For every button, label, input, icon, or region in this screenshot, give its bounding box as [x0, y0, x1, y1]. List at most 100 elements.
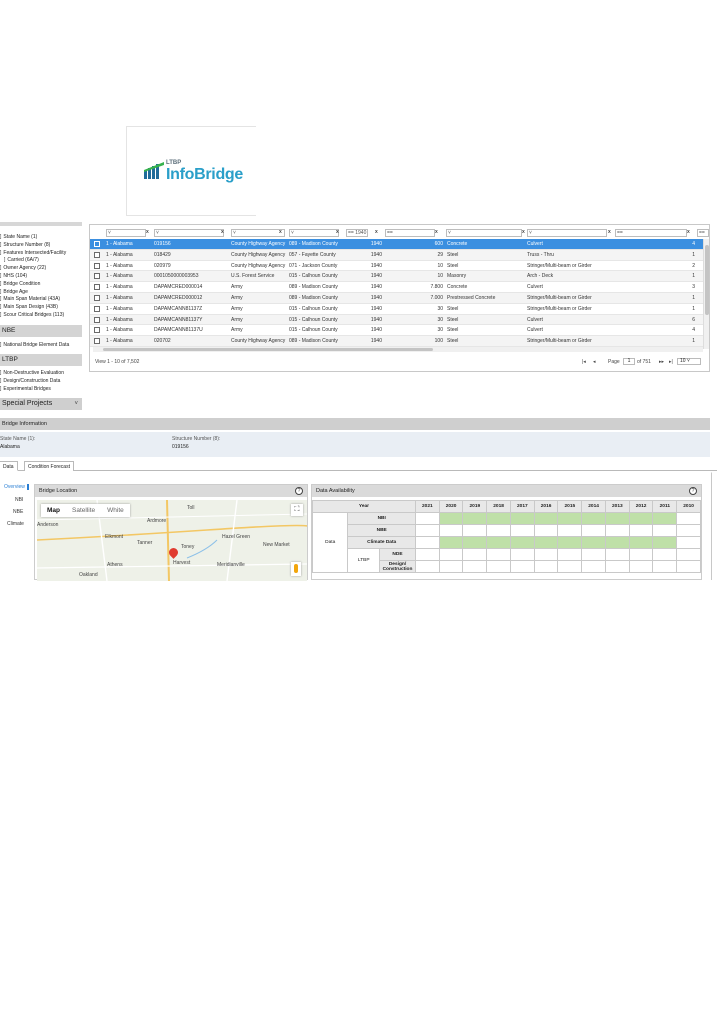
table-row[interactable]: 1 - Alabama DAPAMCRED000012 Army 089 - Madi… — [90, 293, 703, 304]
table-row[interactable]: 1 - Alabama 018429 County Highway Agency 05… — [90, 249, 703, 261]
clear-filter-icon[interactable]: x — [608, 229, 611, 235]
availability-cell — [652, 548, 678, 561]
table-row[interactable]: 1 - Alabama 019156 County Highway Agency 08… — [90, 239, 703, 250]
help-icon[interactable]: ? — [295, 487, 303, 495]
map-tab-white[interactable]: White — [101, 504, 130, 517]
availability-cell — [581, 524, 606, 537]
availability-cell — [628, 548, 654, 561]
row-detail-icon[interactable] — [94, 327, 100, 334]
side-nav-climate[interactable]: Climate — [7, 521, 24, 527]
horizontal-scrollbar[interactable] — [93, 347, 703, 352]
clear-filter-icon[interactable]: x — [146, 229, 149, 235]
table-row[interactable]: 1 - Alabama 0001050000003953 U.S. Forest S… — [90, 271, 703, 283]
row-detail-icon[interactable] — [94, 284, 100, 291]
cell-length: 30 — [437, 327, 443, 334]
bridge-map[interactable]: Map Satellite White ⛶ Toll Ardmore Ander… — [37, 500, 307, 581]
table-row[interactable]: 1 - Alabama DAPAMCRED000014 Army 089 - Madi… — [90, 282, 703, 293]
row-detail-icon[interactable] — [94, 316, 100, 323]
clear-filter-icon[interactable]: x — [522, 229, 525, 235]
filter-main-span-design[interactable]: Main Span Design (43B) — [0, 304, 57, 310]
help-icon[interactable]: ? — [689, 487, 697, 495]
table-row[interactable]: 1 - Alabama DAPAMCANN81137U Army 015 - Calh… — [90, 325, 703, 337]
filter-length-input[interactable]: == — [385, 229, 435, 237]
cell-owner: County Highway Agency — [231, 262, 286, 269]
filter-scour-critical[interactable]: Scour Critical Bridges (113) — [0, 312, 64, 318]
clear-filter-icon[interactable]: x — [279, 229, 282, 235]
availability-cell — [652, 512, 678, 525]
filter-number-select[interactable]: ˅ — [154, 229, 224, 237]
availability-cell — [414, 536, 440, 549]
filter-nhs[interactable]: NHS (104) — [0, 273, 27, 279]
street-view-pegman-icon[interactable] — [291, 562, 301, 576]
filter-owner-agency[interactable]: Owner Agency (22) — [0, 265, 46, 271]
year-cell: 2015 — [557, 500, 583, 513]
filter-spans-input[interactable]: == — [615, 229, 687, 237]
prev-page-icon[interactable]: ◂ — [593, 359, 596, 365]
filter-state-select[interactable]: ˅ — [106, 229, 146, 237]
clear-filter-icon[interactable]: x — [336, 229, 339, 235]
filter-design-construction[interactable]: Design/Construction Data — [0, 378, 60, 384]
row-detail-icon[interactable] — [94, 273, 100, 280]
clear-filter-icon[interactable]: x — [375, 229, 378, 235]
filter-county-select[interactable]: ˅ — [289, 229, 339, 237]
data-group-label: Data — [312, 512, 349, 573]
cell-design: Stringer/Multi-beam or Girder — [527, 295, 592, 301]
filter-bridge-condition[interactable]: Bridge Condition — [0, 281, 40, 287]
availability-cell — [676, 548, 701, 561]
scroll-thumb[interactable] — [103, 348, 433, 351]
table-row[interactable]: 1 - Alabama DAPAMCANN81137Y Army 015 - Calh… — [90, 314, 703, 326]
fullscreen-icon[interactable]: ⛶ — [291, 504, 303, 516]
filter-state-name[interactable]: State Name (1) — [0, 234, 37, 240]
side-nav-overview[interactable]: Overview — [4, 484, 29, 490]
tab-condition-forecast[interactable]: Condition Forecast — [24, 461, 74, 471]
page-number-input[interactable]: 1 — [623, 358, 635, 365]
cell-year: 1940 — [370, 251, 382, 258]
filter-nde[interactable]: Non-Destructive Evaluation — [0, 370, 64, 376]
cell-spans: 3 — [692, 284, 695, 291]
ltbp-section-header[interactable]: LTBP — [0, 354, 82, 366]
tab-data[interactable]: Data — [0, 461, 18, 471]
filter-structure-number[interactable]: Structure Number (8) — [0, 242, 50, 248]
nbe-section-header[interactable]: NBE — [0, 325, 82, 337]
vertical-scrollbar[interactable] — [703, 239, 709, 349]
table-row[interactable]: 1 - Alabama 020702 County Highway Agency 08… — [90, 336, 703, 347]
special-projects-header[interactable]: Special Projects ˅ — [0, 398, 82, 410]
cell-year: 1940 — [370, 305, 382, 312]
table-row[interactable]: 1 - Alabama DAPAMCANN81137Z Army 015 - Calh… — [90, 304, 703, 315]
next-page-icon[interactable]: ▸▸ — [659, 359, 664, 365]
last-page-icon[interactable]: ▸| — [669, 359, 673, 365]
filter-experimental[interactable]: Experimental Bridges — [0, 386, 51, 392]
clear-filter-icon[interactable]: x — [687, 229, 690, 235]
scroll-thumb[interactable] — [705, 245, 709, 315]
row-detail-icon[interactable] — [94, 262, 100, 269]
clear-filter-icon[interactable]: x — [435, 229, 438, 235]
map-tab-map[interactable]: Map — [41, 504, 66, 517]
row-detail-icon[interactable] — [94, 251, 100, 258]
filter-year-input[interactable]: == 1940 — [346, 229, 368, 237]
cell-material: Steel — [447, 251, 459, 258]
row-detail-icon[interactable] — [94, 295, 100, 301]
row-detail-icon[interactable] — [94, 241, 100, 247]
map-label: Elkmont — [105, 534, 124, 540]
row-detail-icon[interactable] — [94, 338, 100, 345]
side-nav-nbi[interactable]: NBI — [15, 497, 23, 503]
filter-owner-select[interactable]: ˅ — [231, 229, 285, 237]
filter-extra-input[interactable]: == — [697, 229, 709, 237]
filter-material-select[interactable]: ˅ — [446, 229, 522, 237]
cell-spans: 4 — [692, 241, 695, 247]
availability-cell — [486, 536, 511, 549]
first-page-icon[interactable]: |◂ — [582, 359, 586, 365]
filter-design-select[interactable]: ˅ — [527, 229, 607, 237]
filter-main-span-material[interactable]: Main Span Material (43A) — [0, 296, 60, 302]
clear-filter-icon[interactable]: x — [221, 229, 224, 235]
availability-cell — [509, 560, 535, 573]
row-detail-icon[interactable] — [94, 305, 100, 312]
filter-bridge-age[interactable]: Bridge Age — [0, 289, 27, 295]
map-tab-satellite[interactable]: Satellite — [66, 504, 101, 517]
page-size-select[interactable]: 10 ˅ — [677, 358, 701, 365]
table-row[interactable]: 1 - Alabama 020979 County Highway Agency 07… — [90, 261, 703, 272]
bridge-information-bar: Bridge Information — [0, 418, 710, 430]
filter-nbe-element-data[interactable]: National Bridge Element Data — [0, 342, 69, 348]
filter-features-intersected[interactable]: Features Intersected/Facility — [0, 250, 66, 256]
side-nav-nbe[interactable]: NBE — [13, 509, 23, 515]
